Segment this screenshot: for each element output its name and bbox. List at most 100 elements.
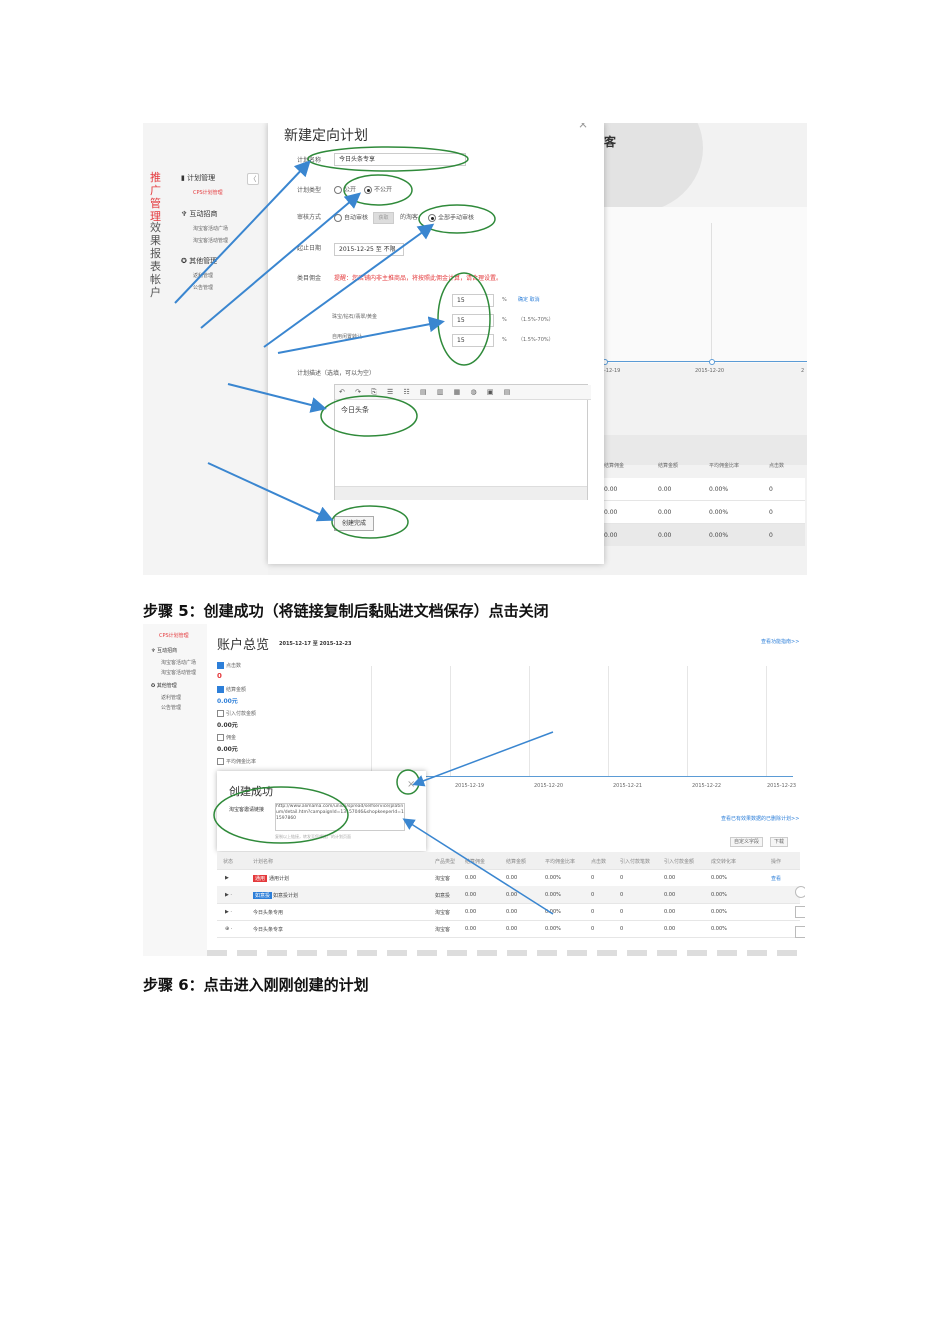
- rate-unit: %: [502, 297, 507, 303]
- rate-confirm-links[interactable]: 确定 取消: [518, 297, 540, 303]
- sidebar-item-activity[interactable]: 淘宝客活动管理: [193, 238, 228, 244]
- rate-input-2[interactable]: 15: [452, 314, 494, 327]
- sidebar-section-other[interactable]: ✪ 其他管理: [181, 257, 217, 265]
- close-icon[interactable]: ×: [407, 779, 415, 790]
- background-title-fragment: 客: [604, 135, 617, 149]
- table-row: 0.00 0.00 0.00% 0: [601, 478, 805, 501]
- editor-content[interactable]: 今日头条: [341, 406, 369, 414]
- guide-link[interactable]: 查看功能指南>>: [761, 639, 799, 645]
- metric-settle[interactable]: 结算金额: [217, 686, 246, 693]
- table-col-header: 点击数: [769, 463, 785, 469]
- sidebar-section-other-label: 其他管理: [189, 257, 218, 265]
- plan-type-private-label: 不公开: [374, 186, 393, 194]
- screenshot-create-plan: 推广管理 效果报表 帐户 ▮ 计划管理 CPS计划管理 ♆ 互动招商 淘宝客活动…: [143, 123, 807, 575]
- screenshot-success: CPS计划管理 ♆ 互动招商 淘宝客活动广场 淘宝客活动管理 ✪ 其他管理 返利…: [143, 624, 805, 956]
- chart-date-label: 2015-12-19: [455, 783, 485, 789]
- table-row[interactable]: ⊕ · 今日头条专享 淘宝客 0.00 0.00 0.00% 0 0 0.00 0.00%: [217, 920, 800, 938]
- sidebar-item-notice[interactable]: 公告管理: [161, 705, 181, 711]
- feedback-icon[interactable]: [795, 906, 805, 918]
- metric-avg-rate[interactable]: 平均佣金比率: [217, 758, 256, 765]
- chat-icon[interactable]: [795, 886, 805, 898]
- checkbox-icon: [217, 758, 224, 765]
- sidebar-section-invite[interactable]: ♆ 互动招商: [151, 648, 177, 654]
- review-auto-radio[interactable]: 自动审核: [334, 214, 368, 222]
- end-date-input[interactable]: 2015-12-25 至 不限: [334, 243, 404, 256]
- metric-settle-label: 结算金额: [226, 687, 247, 693]
- sidebar-section-invite-label: 互动招商: [189, 210, 218, 218]
- metric-clicks[interactable]: 点击数: [217, 662, 241, 669]
- chart-area: [293, 666, 793, 776]
- table-col-header: 结算佣金: [604, 463, 625, 469]
- deleted-plans-link[interactable]: 查看已有效果数据的已删除计划>>: [721, 816, 799, 822]
- table-row[interactable]: ▶ · 如意投 如意投计划 如意投 0.00 0.00 0.00% 0 0 0.00 0.00…: [217, 886, 800, 904]
- chart-date-label: 2015-12-22: [692, 783, 722, 789]
- background-chart-area: [604, 207, 807, 363]
- checkbox-checked-icon: [217, 686, 224, 693]
- chart-date-label: 2015-12-23: [767, 783, 797, 789]
- plan-type-private-radio[interactable]: 不公开: [364, 186, 392, 194]
- modal-title: 新建定向计划: [284, 128, 368, 144]
- user-icon[interactable]: [795, 926, 805, 938]
- step-6-caption: 步骤 6：点击进入刚刚创建的计划: [143, 976, 369, 994]
- chart-point: [709, 359, 715, 365]
- chart-date-label: -12-19: [604, 368, 621, 374]
- sidebar-item-cps[interactable]: CPS计划管理: [193, 190, 223, 196]
- background-chart-line: [604, 361, 807, 362]
- table-row[interactable]: ▶ · 今日头条专用 淘宝客 0.00 0.00 0.00% 0 0 0.00 0.00%: [217, 903, 800, 921]
- radio-selected-icon: [364, 186, 372, 194]
- sidebar-tab-promotion[interactable]: 推广管理: [150, 171, 162, 223]
- review-manual-radio[interactable]: 全部手动审核: [428, 214, 474, 222]
- metric-pay[interactable]: 引入付款金额: [217, 710, 256, 717]
- metric-commission[interactable]: 佣金: [217, 734, 236, 741]
- rate-label-2: 珠宝/钻石/翡翠/黄金: [332, 314, 378, 320]
- plan-name-label: 计划名称: [297, 157, 322, 164]
- metric-settle-value: 0.00元: [217, 698, 238, 705]
- sidebar-section-other[interactable]: ✪ 其他管理: [151, 683, 177, 689]
- sidebar-item-activity[interactable]: 淘宝客活动管理: [161, 670, 196, 676]
- metric-commission-value: 0.00元: [217, 746, 238, 753]
- plan-type-public-label: 公开: [344, 186, 357, 194]
- rate-input-3[interactable]: 15: [452, 334, 494, 347]
- commission-warning: 提醒：您店铺内非主推商品，将按照此佣金计算，请合理设置。: [334, 275, 503, 282]
- create-plan-modal: 新建定向计划 × 计划名称 今日头条专享 计划类型 公开 不公开 审核方式 自动…: [268, 123, 604, 564]
- chart-date-label: 2: [801, 368, 805, 374]
- dialog-footer: 复制以上链接，转发至您想推广的计划页面: [275, 834, 351, 839]
- sidebar-section-plan[interactable]: ▮ 计划管理: [181, 174, 215, 182]
- rich-editor[interactable]: ↶ ↷ ⎘ ☰ ☷ ▤ ▥ ▦ ◍ ▣ ▤ 今日头条: [334, 384, 591, 500]
- close-icon[interactable]: ×: [578, 123, 588, 131]
- table-header: 状态 计划名称 产品类型 结算佣金 结算金额 平均佣金比率 点击数 引入付款笔数 引入付款金…: [217, 852, 800, 870]
- checkbox-icon: [217, 710, 224, 717]
- review-manual-label: 全部手动审核: [438, 214, 475, 222]
- sidebar-item-rebate[interactable]: 返利管理: [161, 695, 181, 701]
- create-complete-button[interactable]: 创建完成: [334, 516, 374, 531]
- collapse-icon[interactable]: 〈: [247, 173, 259, 185]
- background-table-header: [601, 435, 807, 465]
- desc-label: 计划描述（选填，可以为空）: [297, 370, 376, 377]
- rate-input-1[interactable]: 15: [452, 294, 494, 307]
- custom-fields-button[interactable]: 自定义字段: [730, 837, 764, 847]
- download-button[interactable]: 下载: [770, 837, 789, 847]
- sidebar-item-notice[interactable]: 公告管理: [193, 285, 213, 291]
- plan-name-input[interactable]: 今日头条专享: [334, 153, 466, 166]
- sidebar-tab-reports[interactable]: 效果报表: [150, 221, 162, 273]
- review-auto-button[interactable]: 获取: [373, 212, 394, 224]
- sidebar: 推广管理 效果报表 帐户 ▮ 计划管理 CPS计划管理 ♆ 互动招商 淘宝客活动…: [143, 123, 268, 575]
- sidebar-item-square[interactable]: 淘宝客活动广场: [161, 660, 196, 666]
- sidebar-item-cps[interactable]: CPS计划管理: [159, 633, 189, 639]
- step-5-caption: 步骤 5：创建成功（将链接复制后黏贴进文档保存）点击关闭: [143, 602, 549, 620]
- invite-link-textarea[interactable]: http://www.alimama.com/union/spread/self…: [275, 803, 405, 831]
- table-row[interactable]: ▶ 通用 通用计划 淘宝客 0.00 0.00 0.00% 0 0 0.00 0.00% 查看: [217, 869, 800, 887]
- plan-type-public-radio[interactable]: 公开: [334, 186, 356, 194]
- sidebar-tab-account[interactable]: 帐户: [150, 273, 162, 299]
- editor-statusbar: [335, 486, 587, 500]
- table-row: 0.00 0.00 0.00% 0: [601, 501, 805, 524]
- chart-date-label: 2015-12-20: [534, 783, 564, 789]
- page-title: 账户总览: [217, 638, 270, 653]
- footer-bar: [207, 950, 805, 956]
- sidebar-section-invite[interactable]: ♆ 互动招商: [181, 210, 218, 218]
- date-range-select[interactable]: 2015-12-17 至 2015-12-23: [279, 641, 351, 647]
- sidebar-item-rebate[interactable]: 返利管理: [193, 273, 213, 279]
- checkbox-checked-icon: [217, 662, 224, 669]
- review-mid-text: 的淘客: [400, 214, 419, 221]
- sidebar-item-square[interactable]: 淘宝客活动广场: [193, 226, 228, 232]
